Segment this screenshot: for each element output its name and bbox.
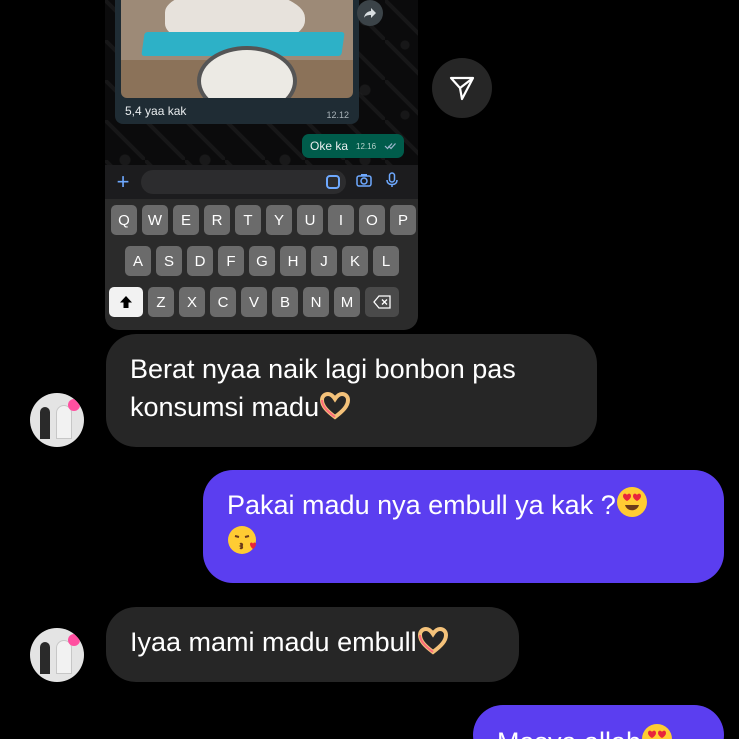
keyboard-row-2: A S D F G H J K L <box>105 246 418 276</box>
key[interactable]: X <box>179 287 205 317</box>
outgoing-time: 12.16 <box>356 141 377 151</box>
share-send-button[interactable] <box>432 58 492 118</box>
key[interactable]: K <box>342 246 368 276</box>
message-input[interactable] <box>141 170 346 194</box>
avatar[interactable] <box>30 628 84 682</box>
key[interactable]: L <box>373 246 399 276</box>
heart-hands-icon <box>417 626 449 655</box>
key[interactable]: I <box>328 205 354 235</box>
cat-on-scale-photo <box>121 0 353 98</box>
key[interactable]: M <box>334 287 360 317</box>
key[interactable]: B <box>272 287 298 317</box>
key[interactable]: V <box>241 287 267 317</box>
photo-caption: 5,4 yaa kak <box>125 104 187 118</box>
heart-eyes-icon <box>616 486 648 517</box>
photo-time: 12.12 <box>326 110 349 120</box>
heart-hands-icon <box>319 391 351 420</box>
key[interactable]: A <box>125 246 151 276</box>
key[interactable]: U <box>297 205 323 235</box>
photo-message: 5,4 yaa kak 12.12 <box>115 0 359 124</box>
key[interactable]: G <box>249 246 275 276</box>
outgoing-message-1: Pakai madu nya embull ya kak ? <box>203 470 724 583</box>
microphone-icon[interactable] <box>382 172 402 192</box>
key[interactable]: F <box>218 246 244 276</box>
key[interactable]: C <box>210 287 236 317</box>
outgoing-message-2: Masya allah <box>473 705 724 739</box>
message-text: Iyaa mami madu embull <box>130 627 417 657</box>
key[interactable]: D <box>187 246 213 276</box>
key[interactable]: W <box>142 205 168 235</box>
on-screen-keyboard: Q W E R T Y U I O P A S D F G H J K L Z <box>105 199 418 330</box>
key[interactable]: T <box>235 205 261 235</box>
outgoing-message: Oke ka 12.16 <box>302 134 405 158</box>
read-receipt-icon <box>384 143 396 150</box>
camera-icon[interactable] <box>354 173 374 191</box>
send-icon <box>449 76 475 101</box>
incoming-message-1: Berat nyaa naik lagi bonbon pas konsumsi… <box>106 334 597 447</box>
key[interactable]: H <box>280 246 306 276</box>
key[interactable]: P <box>390 205 416 235</box>
message-text: Masya allah <box>497 727 641 739</box>
keyboard-row-3: Z X C V B N M <box>105 287 418 317</box>
key[interactable]: Q <box>111 205 137 235</box>
key[interactable]: S <box>156 246 182 276</box>
kissing-heart-icon <box>227 524 259 554</box>
shift-icon[interactable] <box>109 287 143 317</box>
avatar[interactable] <box>30 393 84 447</box>
share-forward-icon <box>357 0 383 26</box>
message-composer: + <box>105 165 418 199</box>
heart-eyes-icon <box>641 723 673 739</box>
backspace-icon[interactable] <box>365 287 399 317</box>
key[interactable]: Z <box>148 287 174 317</box>
key[interactable]: R <box>204 205 230 235</box>
sticker-icon[interactable] <box>326 175 340 189</box>
message-text: Pakai madu nya embull ya kak ? <box>227 490 616 520</box>
key[interactable]: N <box>303 287 329 317</box>
key[interactable]: Y <box>266 205 292 235</box>
incoming-message-2: Iyaa mami madu embull <box>106 607 519 682</box>
embedded-chat-screenshot[interactable]: 5,4 yaa kak 12.12 Oke ka 12.16 + Q W E R… <box>105 0 418 330</box>
outgoing-text: Oke ka <box>310 139 349 153</box>
key[interactable]: J <box>311 246 337 276</box>
key[interactable]: O <box>359 205 385 235</box>
keyboard-row-1: Q W E R T Y U I O P <box>105 205 418 235</box>
plus-icon[interactable]: + <box>113 169 133 195</box>
key[interactable]: E <box>173 205 199 235</box>
